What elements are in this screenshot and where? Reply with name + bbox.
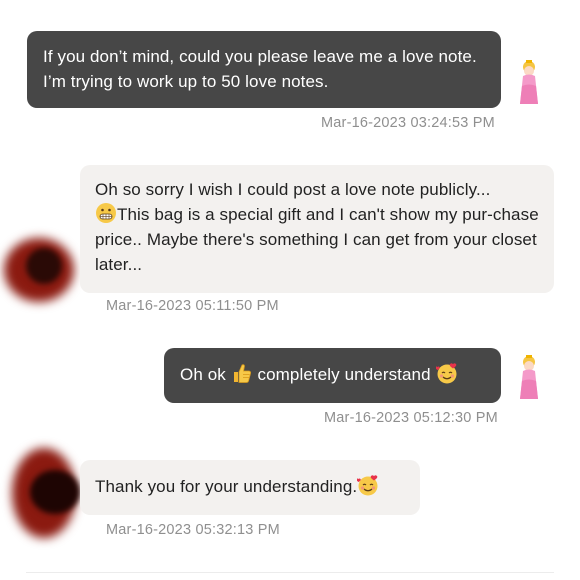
grimacing-face-emoji bbox=[96, 203, 116, 223]
blurred-avatar-inner bbox=[30, 470, 80, 514]
divider bbox=[26, 572, 554, 573]
message-timestamp: Mar-16-2023 05:32:13 PM bbox=[106, 522, 280, 538]
my-message-bubble[interactable]: Oh ok completely understand bbox=[164, 348, 501, 403]
message-timestamp: Mar-16-2023 03:24:53 PM bbox=[321, 115, 495, 131]
message-text-part2: This bag is a special gift and I can't s… bbox=[95, 205, 539, 274]
princess-peach-avatar[interactable] bbox=[514, 353, 544, 401]
message-timestamp: Mar-16-2023 05:11:50 PM bbox=[106, 298, 279, 314]
message-text: Thank you for your understanding. bbox=[95, 477, 358, 496]
smiling-face-with-hearts-emoji bbox=[435, 363, 456, 384]
message-timestamp: Mar-16-2023 05:12:30 PM bbox=[324, 410, 498, 426]
message-text-part1: Oh ok bbox=[180, 365, 226, 384]
chat-thread: If you don’t mind, could you please leav… bbox=[0, 0, 580, 580]
smiling-face-with-hearts-emoji bbox=[357, 475, 378, 496]
princess-peach-avatar[interactable] bbox=[514, 58, 544, 106]
message-text: If you don’t mind, could you please leav… bbox=[43, 47, 477, 91]
other-message-bubble[interactable]: Thank you for your understanding. bbox=[80, 460, 420, 515]
blurred-avatar-inner bbox=[26, 248, 62, 284]
my-message-bubble[interactable]: If you don’t mind, could you please leav… bbox=[27, 31, 501, 108]
message-text-part2: completely understand bbox=[257, 365, 431, 384]
message-text-part1: Oh so sorry I wish I could post a love n… bbox=[95, 180, 491, 199]
thumbs-up-emoji bbox=[233, 364, 251, 383]
other-message-bubble[interactable]: Oh so sorry I wish I could post a love n… bbox=[80, 165, 554, 293]
